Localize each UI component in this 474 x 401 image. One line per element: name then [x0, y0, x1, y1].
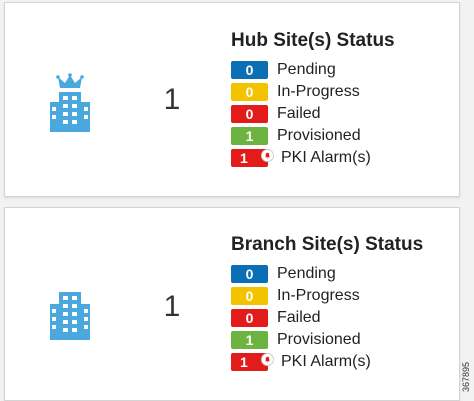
in-progress-label: In-Progress: [277, 287, 360, 304]
alarm-bell-icon: [261, 353, 274, 366]
branch-site-status-card: 1 Branch Site(s) Status 0 Pending 0 In-P…: [4, 207, 460, 401]
branch-status-in-progress[interactable]: 0 In-Progress: [231, 285, 371, 307]
hub-site-status-card: 1 Hub Site(s) Status 0 Pending 0 In-Prog…: [4, 2, 460, 197]
in-progress-count-badge: 0: [231, 83, 268, 101]
hub-status-in-progress[interactable]: 0 In-Progress: [231, 81, 371, 103]
failed-label: Failed: [277, 105, 321, 122]
pending-count-badge: 0: [231, 61, 268, 79]
hub-status-provisioned[interactable]: 1 Provisioned: [231, 125, 371, 147]
branch-status-list: 0 Pending 0 In-Progress 0 Failed 1 Provi…: [231, 263, 371, 373]
branch-status-failed[interactable]: 0 Failed: [231, 307, 371, 329]
alarm-bell-icon: [261, 149, 274, 162]
pending-count-badge: 0: [231, 265, 268, 283]
pki-alarm-count-badge: 1: [231, 149, 274, 167]
provisioned-count-badge: 1: [231, 331, 268, 349]
provisioned-label: Provisioned: [277, 127, 361, 144]
in-progress-label: In-Progress: [277, 83, 360, 100]
pki-alarm-count-badge: 1: [231, 353, 274, 371]
failed-count-badge: 0: [231, 309, 268, 327]
hub-status-pki-alarm[interactable]: 1 PKI Alarm(s): [231, 147, 371, 169]
in-progress-count-badge: 0: [231, 287, 268, 305]
provisioned-count-badge: 1: [231, 127, 268, 145]
hub-status-list: 0 Pending 0 In-Progress 0 Failed 1 Provi…: [231, 59, 371, 169]
hub-site-count: 1: [163, 83, 181, 116]
provisioned-label: Provisioned: [277, 331, 361, 348]
branch-status-title: Branch Site(s) Status: [231, 234, 424, 255]
branch-status-pki-alarm[interactable]: 1 PKI Alarm(s): [231, 351, 371, 373]
pki-alarm-label: PKI Alarm(s): [281, 353, 371, 370]
branch-site-count: 1: [163, 290, 181, 323]
pending-label: Pending: [277, 265, 336, 282]
pki-alarm-label: PKI Alarm(s): [281, 149, 371, 166]
figure-id-label: 367895: [461, 361, 471, 392]
hub-building-crown-icon: [50, 73, 90, 132]
failed-label: Failed: [277, 309, 321, 326]
hub-status-failed[interactable]: 0 Failed: [231, 103, 371, 125]
failed-count-badge: 0: [231, 105, 268, 123]
hub-status-title: Hub Site(s) Status: [231, 30, 395, 51]
branch-building-icon: [50, 292, 90, 340]
hub-status-pending[interactable]: 0 Pending: [231, 59, 371, 81]
pending-label: Pending: [277, 61, 336, 78]
branch-status-provisioned[interactable]: 1 Provisioned: [231, 329, 371, 351]
branch-status-pending[interactable]: 0 Pending: [231, 263, 371, 285]
